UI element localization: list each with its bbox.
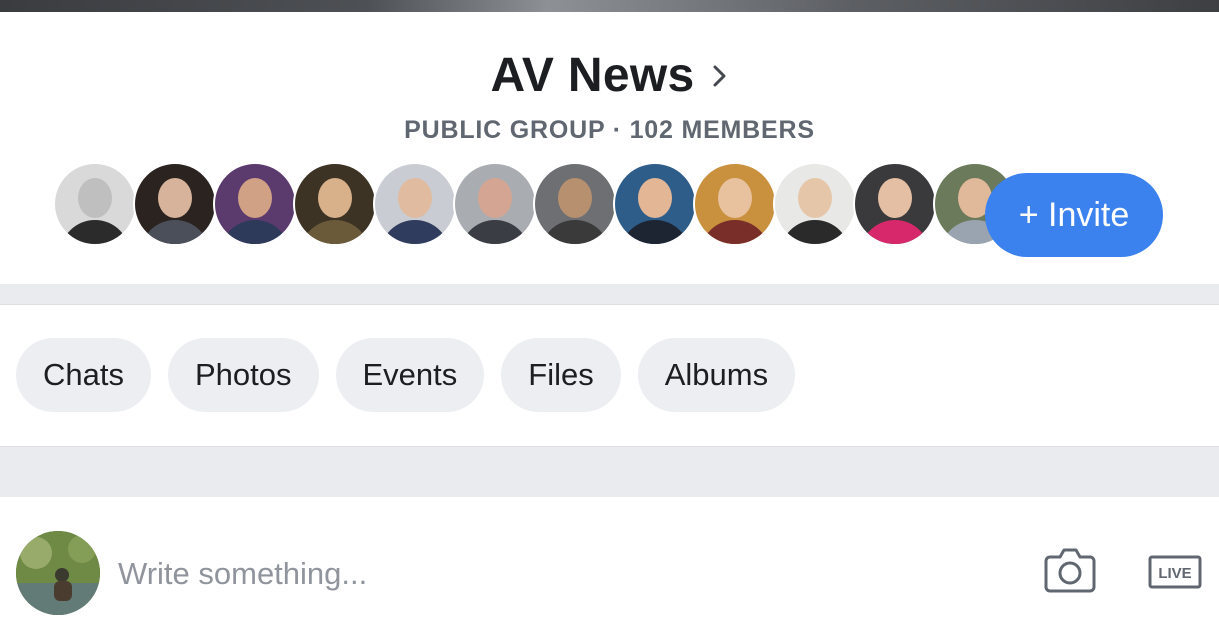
member-avatar-face bbox=[158, 178, 192, 218]
member-avatars[interactable] bbox=[53, 162, 1017, 246]
member-avatar-face bbox=[318, 178, 352, 218]
group-tabs: Chats Photos Events Files Albums bbox=[16, 338, 796, 412]
member-avatar-body bbox=[60, 220, 130, 244]
user-avatar[interactable] bbox=[16, 531, 100, 615]
invite-button[interactable]: + Invite bbox=[985, 173, 1163, 257]
member-avatar[interactable] bbox=[293, 162, 377, 246]
member-avatar-body bbox=[220, 220, 290, 244]
member-avatar-body bbox=[700, 220, 770, 244]
section-divider bbox=[0, 284, 1219, 305]
group-title-row[interactable]: AV News bbox=[0, 48, 1219, 103]
user-avatar-photo bbox=[16, 531, 100, 615]
member-avatar-body bbox=[380, 220, 450, 244]
tab-files[interactable]: Files bbox=[501, 338, 621, 412]
tab-photos[interactable]: Photos bbox=[167, 338, 319, 412]
group-title[interactable]: AV News bbox=[491, 48, 695, 103]
chevron-right-icon[interactable] bbox=[712, 64, 728, 88]
camera-icon[interactable] bbox=[1044, 547, 1096, 593]
member-avatar-face bbox=[478, 178, 512, 218]
section-divider bbox=[0, 446, 1219, 498]
tab-albums[interactable]: Albums bbox=[637, 338, 796, 412]
tab-chats[interactable]: Chats bbox=[16, 338, 151, 412]
member-avatar-face bbox=[638, 178, 672, 218]
member-avatar[interactable] bbox=[613, 162, 697, 246]
member-avatar[interactable] bbox=[133, 162, 217, 246]
live-icon[interactable]: LIVE bbox=[1148, 555, 1202, 589]
member-avatar-face bbox=[878, 178, 912, 218]
member-avatar-body bbox=[460, 220, 530, 244]
post-composer: LIVE bbox=[0, 497, 1219, 637]
member-avatar[interactable] bbox=[773, 162, 857, 246]
member-avatar-face bbox=[238, 178, 272, 218]
write-something-input[interactable] bbox=[118, 549, 998, 599]
member-avatar-body bbox=[860, 220, 930, 244]
member-avatar[interactable] bbox=[693, 162, 777, 246]
member-avatar-face bbox=[398, 178, 432, 218]
group-privacy-members[interactable]: PUBLIC GROUP · 102 MEMBERS bbox=[0, 116, 1219, 145]
member-avatar[interactable] bbox=[53, 162, 137, 246]
member-avatar-body bbox=[540, 220, 610, 244]
member-avatar-face bbox=[798, 178, 832, 218]
member-avatar-body bbox=[140, 220, 210, 244]
member-avatar[interactable] bbox=[213, 162, 297, 246]
member-avatar-face bbox=[558, 178, 592, 218]
member-avatar-face bbox=[718, 178, 752, 218]
live-label: LIVE bbox=[1158, 565, 1191, 582]
cover-photo-edge[interactable] bbox=[0, 0, 1219, 12]
member-avatar[interactable] bbox=[533, 162, 617, 246]
member-avatar[interactable] bbox=[453, 162, 537, 246]
member-avatar-face bbox=[78, 178, 112, 218]
member-avatar[interactable] bbox=[373, 162, 457, 246]
member-avatar-body bbox=[780, 220, 850, 244]
member-avatar-body bbox=[300, 220, 370, 244]
member-avatar[interactable] bbox=[853, 162, 937, 246]
tab-events[interactable]: Events bbox=[335, 338, 485, 412]
member-avatar-body bbox=[620, 220, 690, 244]
